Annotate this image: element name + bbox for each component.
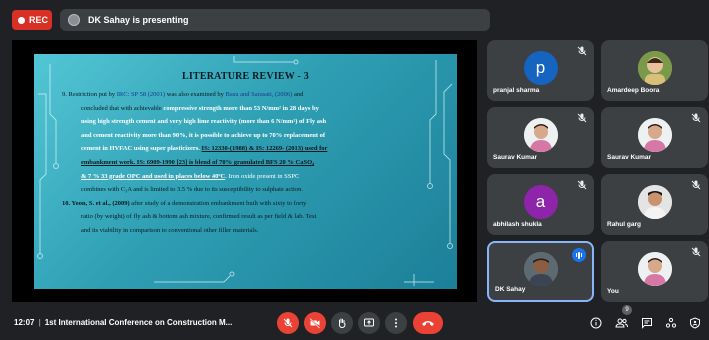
slide-line: 9. Restriction put by IRC: SP 58 (2001) … xyxy=(62,91,304,98)
present-now-button[interactable] xyxy=(358,312,380,334)
meeting-title: 1st International Conference on Construc… xyxy=(44,318,233,327)
raise-hand-icon xyxy=(338,318,346,329)
participant-tile-self[interactable]: You xyxy=(601,241,708,302)
chat-icon xyxy=(642,318,652,329)
mic-off-icon xyxy=(691,113,701,123)
slide-title: LITERATURE REVIEW - 3 xyxy=(182,71,309,82)
slide-line: 10. Yoon, S. et al., (2009) after study … xyxy=(62,199,307,207)
more-options-button[interactable] xyxy=(385,312,407,334)
participant-name: You xyxy=(607,288,619,295)
shared-slide: LITERATURE REVIEW - 3 9. Restriction put… xyxy=(34,54,457,289)
avatar: a xyxy=(523,184,558,219)
chat-button[interactable] xyxy=(640,316,654,330)
host-controls-icon xyxy=(690,317,700,329)
host-controls-button[interactable] xyxy=(688,316,702,330)
mic-off-icon xyxy=(283,318,293,328)
slide-line: embankment work. IS: 6909-1990 [23] is b… xyxy=(81,158,315,166)
bottom-control-bar: 12:07 | 1st International Conference on Co… xyxy=(0,305,709,340)
participant-photo xyxy=(523,251,558,286)
avatar xyxy=(637,117,672,152)
camera-toggle-button[interactable] xyxy=(304,312,326,334)
activities-button[interactable] xyxy=(664,316,678,330)
avatar xyxy=(637,251,672,286)
mic-off-icon xyxy=(577,46,587,56)
meeting-details[interactable]: 12:07 | 1st International Conference on Co… xyxy=(14,318,232,327)
divider: | xyxy=(38,318,41,327)
avatar: p xyxy=(523,50,558,85)
slide-line: & 7 % 33 grade OPC and used in places be… xyxy=(81,172,300,180)
speaking-indicator-icon xyxy=(572,248,586,262)
info-icon xyxy=(590,317,602,329)
participant-name: Amardeep Boora xyxy=(607,87,660,94)
people-button[interactable] xyxy=(614,316,628,330)
participant-name: DK Sahay xyxy=(495,286,526,293)
presenter-avatar xyxy=(68,14,80,26)
participant-photo xyxy=(637,117,672,152)
participant-tile[interactable]: Amardeep Boora xyxy=(601,40,708,101)
present-screen-icon xyxy=(364,318,374,327)
mic-off-icon xyxy=(691,180,701,190)
microphone-toggle-button[interactable] xyxy=(277,312,299,334)
activities-icon xyxy=(665,317,677,328)
avatar xyxy=(637,184,672,219)
meeting-info-button[interactable] xyxy=(589,316,603,330)
raise-hand-button[interactable] xyxy=(331,312,353,334)
slide-line: combines with C₃A and is limited to 3.5 … xyxy=(81,186,303,194)
slide-line: ratio (by weight) of fly ash & bottom as… xyxy=(81,213,317,221)
participant-photo xyxy=(637,251,672,286)
people-icon xyxy=(614,318,628,328)
avatar xyxy=(523,251,558,286)
mic-off-icon xyxy=(691,247,701,257)
meeting-time: 12:07 xyxy=(14,318,35,327)
participant-name: abhilash shukla xyxy=(493,221,542,228)
participant-tile[interactable]: p pranjal sharma xyxy=(487,40,594,101)
participant-name: Saurav Kumar xyxy=(493,154,538,161)
slide-line: using high strength cement and very high… xyxy=(81,118,327,126)
people-count-badge: 9 xyxy=(622,305,632,315)
recording-indicator: REC xyxy=(12,10,52,30)
participant-photo xyxy=(523,117,558,152)
camera-off-icon xyxy=(309,317,321,329)
participant-photo xyxy=(637,50,672,85)
participant-name: pranjal sharma xyxy=(493,87,540,94)
top-bar: REC DK Sahay is presenting xyxy=(0,0,709,38)
mic-off-icon xyxy=(577,180,587,190)
participant-photo xyxy=(637,184,672,219)
participant-name: Saurav Kumar xyxy=(607,154,652,161)
avatar xyxy=(637,50,672,85)
participant-tile[interactable]: Saurav Kumar xyxy=(601,107,708,168)
record-dot-icon xyxy=(18,16,25,24)
participant-tile[interactable]: Saurav Kumar xyxy=(487,107,594,168)
slide-line: concluded that with achievable compressi… xyxy=(81,104,319,112)
participant-tile-active-speaker[interactable]: DK Sahay xyxy=(487,241,594,302)
slide-line: and cement reactivity more than 90%, it … xyxy=(81,131,326,139)
mic-off-icon xyxy=(577,113,587,123)
presentation-stage: LITERATURE REVIEW - 3 9. Restriction put… xyxy=(12,40,477,302)
presenter-banner[interactable]: DK Sahay is presenting xyxy=(60,9,490,31)
more-options-icon xyxy=(395,318,397,328)
leave-call-button[interactable] xyxy=(413,312,443,334)
participant-tile[interactable]: Rahul garg xyxy=(601,174,708,235)
slide-line: and its viability in comparison to conve… xyxy=(81,226,259,234)
slide-body: 9. Restriction put by IRC: SP 58 (2001) … xyxy=(62,88,430,238)
presenter-banner-text: DK Sahay is presenting xyxy=(88,15,189,25)
end-call-icon xyxy=(422,321,434,326)
participant-name: Rahul garg xyxy=(607,221,641,228)
slide-line: cement in HVFAC using super plasticizers… xyxy=(81,145,328,153)
participant-tile[interactable]: a abhilash shukla xyxy=(487,174,594,235)
recording-label: REC xyxy=(29,15,49,25)
avatar xyxy=(523,117,558,152)
